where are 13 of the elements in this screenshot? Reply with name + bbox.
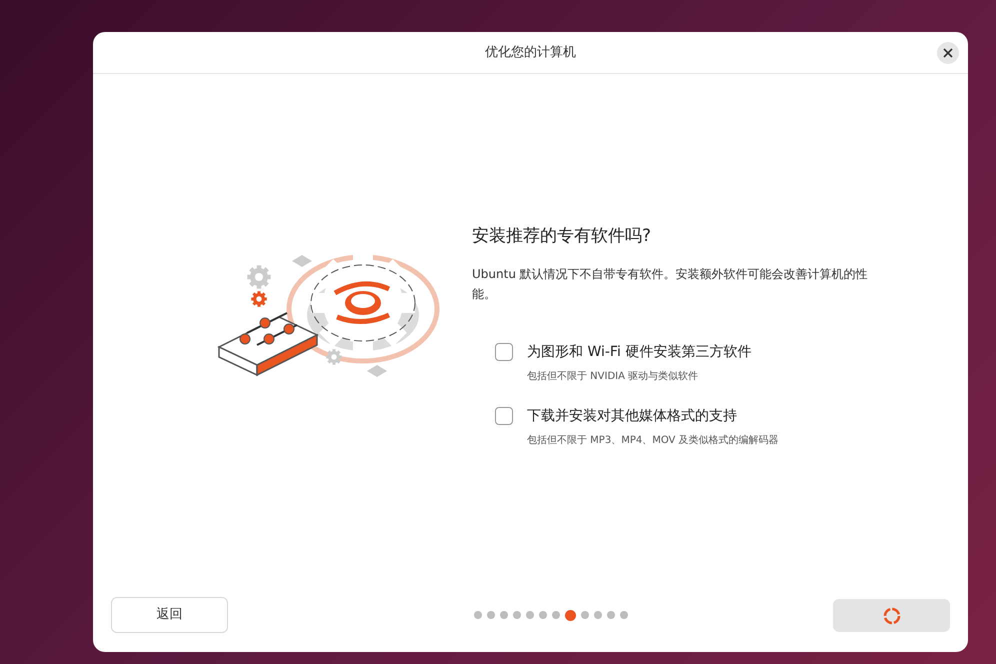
description-text: Ubuntu 默认情况下不自带专有软件。安装额外软件可能会改善计算机的性能。 (472, 266, 869, 302)
window-title: 优化您的计算机 (485, 44, 576, 62)
close-icon (943, 48, 953, 58)
back-button[interactable]: 返回 (111, 597, 228, 633)
checkbox[interactable] (495, 342, 513, 360)
spinner-icon (882, 606, 900, 624)
checkbox[interactable] (495, 406, 513, 424)
option-hint: 包括但不限于 NVIDIA 驱动与类似软件 (527, 370, 700, 384)
option-label: 为图形和 Wi-Fi 硬件安装第三方软件 (527, 342, 752, 362)
option-label: 下载并安装对其他媒体格式的支持 (527, 406, 738, 426)
close-button[interactable] (937, 42, 959, 64)
option-hint: 包括但不限于 MP3、MP4、MOV 及类似格式的编解码器 (527, 434, 779, 448)
page-heading: 安装推荐的专有软件吗? (472, 225, 652, 248)
